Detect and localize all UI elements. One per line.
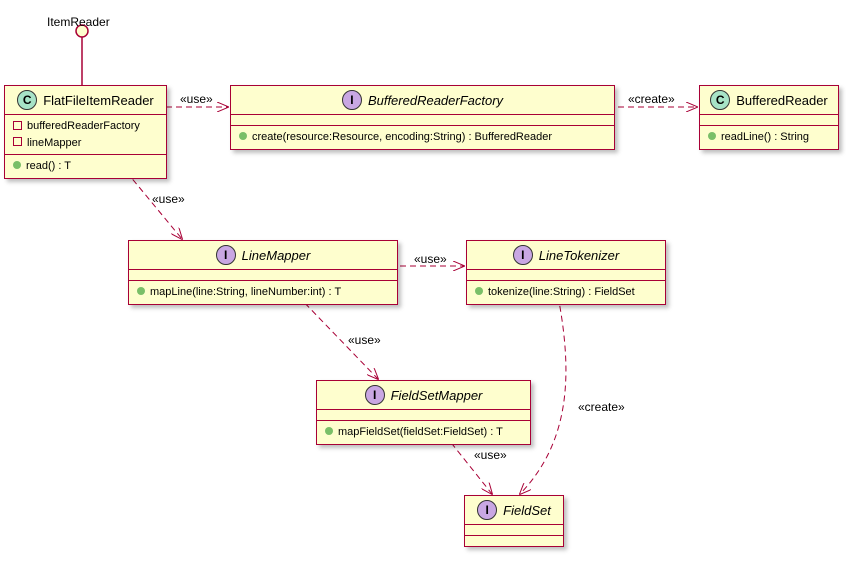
edge-label-use: «use» [474,448,507,462]
class-flatfileitemreader: C FlatFileItemReader bufferedReaderFacto… [4,85,167,179]
edge-label-use: «use» [152,192,185,206]
class-header: I BufferedReaderFactory [231,86,614,115]
class-header: C BufferedReader [700,86,838,115]
fields-empty [700,115,838,126]
stereotype-interface-icon: I [216,245,236,265]
interface-fieldsetmapper: I FieldSetMapper mapFieldSet(fieldSet:Fi… [316,380,531,445]
fields-empty [231,115,614,126]
class-title: BufferedReader [736,93,828,108]
stereotype-interface-icon: I [513,245,533,265]
class-title: LineTokenizer [539,248,619,263]
class-header: I FieldSet [465,496,563,524]
field: lineMapper [13,135,158,152]
class-title: FlatFileItemReader [43,93,154,108]
methods: mapLine(line:String, lineNumber:int) : T [129,281,397,304]
class-header: I LineMapper [129,241,397,270]
stereotype-class-icon: C [17,90,37,110]
field: bufferedReaderFactory [13,118,158,135]
fields-empty [129,270,397,281]
methods-empty [465,536,563,546]
edge-label-create: «create» [628,92,675,106]
stereotype-interface-icon: I [477,500,497,520]
class-header: I FieldSetMapper [317,381,530,410]
port-itemreader-label: ItemReader [47,15,110,29]
class-title: LineMapper [242,248,311,263]
methods: tokenize(line:String) : FieldSet [467,281,665,304]
class-title: FieldSet [503,503,551,518]
fields-empty [465,524,563,536]
method: mapFieldSet(fieldSet:FieldSet) : T [325,424,522,441]
method: readLine() : String [708,129,830,146]
edge-label-create: «create» [578,400,625,414]
interface-linetokenizer: I LineTokenizer tokenize(line:String) : … [466,240,666,305]
stereotype-interface-icon: I [365,385,385,405]
stereotype-class-icon: C [710,90,730,110]
interface-bufferedreaderfactory: I BufferedReaderFactory create(resource:… [230,85,615,150]
method: tokenize(line:String) : FieldSet [475,284,657,301]
edge-label-use: «use» [414,252,447,266]
class-bufferedreader: C BufferedReader readLine() : String [699,85,839,150]
method: read() : T [13,158,158,175]
fields: bufferedReaderFactory lineMapper [5,115,166,155]
methods: readLine() : String [700,126,838,149]
edge-label-use: «use» [180,92,213,106]
methods: create(resource:Resource, encoding:Strin… [231,126,614,149]
class-header: C FlatFileItemReader [5,86,166,115]
interface-linemapper: I LineMapper mapLine(line:String, lineNu… [128,240,398,305]
edge-label-use: «use» [348,333,381,347]
class-title: FieldSetMapper [391,388,483,403]
class-title: BufferedReaderFactory [368,93,503,108]
fields-empty [467,270,665,281]
fields-empty [317,410,530,421]
method: create(resource:Resource, encoding:Strin… [239,129,606,146]
methods: read() : T [5,155,166,178]
class-header: I LineTokenizer [467,241,665,270]
interface-fieldset: I FieldSet [464,495,564,547]
stereotype-interface-icon: I [342,90,362,110]
methods: mapFieldSet(fieldSet:FieldSet) : T [317,421,530,444]
method: mapLine(line:String, lineNumber:int) : T [137,284,389,301]
